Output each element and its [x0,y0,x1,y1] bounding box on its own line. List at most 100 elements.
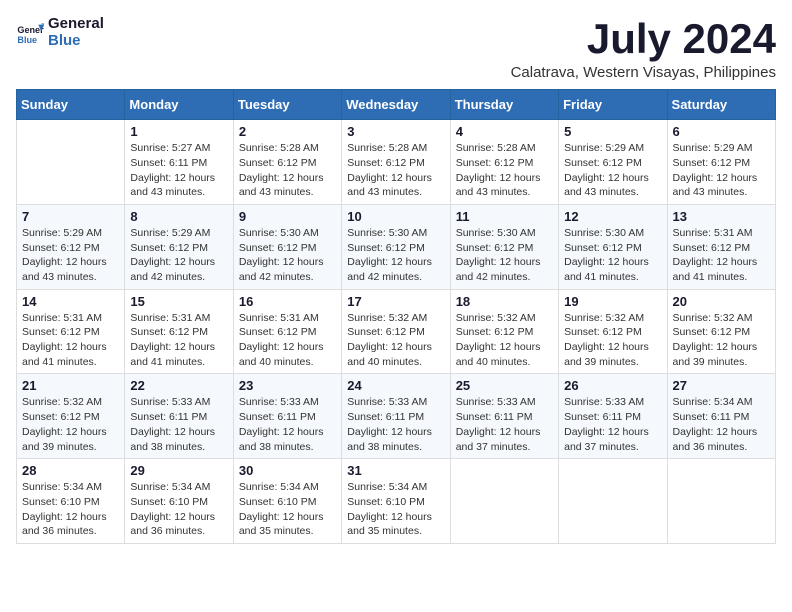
calendar-header-row: SundayMondayTuesdayWednesdayThursdayFrid… [17,90,776,120]
header-tuesday: Tuesday [233,90,341,120]
svg-text:Blue: Blue [17,34,37,44]
day-number: 10 [347,209,444,224]
logo: General Blue General Blue [16,16,104,49]
calendar-cell: 15 Sunrise: 5:31 AMSunset: 6:12 PMDayligh… [125,289,233,374]
calendar-cell [559,459,667,544]
calendar-cell: 24 Sunrise: 5:33 AMSunset: 6:11 PMDayligh… [342,374,450,459]
calendar-cell: 9 Sunrise: 5:30 AMSunset: 6:12 PMDaylight… [233,204,341,289]
day-info: Sunrise: 5:30 AMSunset: 6:12 PMDaylight:… [564,226,661,285]
day-number: 31 [347,463,444,478]
title-area: July 2024 Calatrava, Western Visayas, Ph… [511,16,776,81]
day-info: Sunrise: 5:34 AMSunset: 6:11 PMDaylight:… [673,395,770,454]
day-info: Sunrise: 5:31 AMSunset: 6:12 PMDaylight:… [130,311,227,370]
calendar-cell: 3 Sunrise: 5:28 AMSunset: 6:12 PMDaylight… [342,120,450,205]
week-row-5: 28 Sunrise: 5:34 AMSunset: 6:10 PMDayligh… [17,459,776,544]
calendar-cell: 17Sunrise: 5:32 AMSunset: 6:12 PMDayligh… [342,289,450,374]
header-saturday: Saturday [667,90,775,120]
header-wednesday: Wednesday [342,90,450,120]
day-info: Sunrise: 5:33 AMSunset: 6:11 PMDaylight:… [564,395,661,454]
calendar-table: SundayMondayTuesdayWednesdayThursdayFrid… [16,89,776,544]
calendar-cell: 25 Sunrise: 5:33 AMSunset: 6:11 PMDayligh… [450,374,558,459]
logo-icon: General Blue [16,19,44,47]
calendar-cell [667,459,775,544]
calendar-cell: 22 Sunrise: 5:33 AMSunset: 6:11 PMDayligh… [125,374,233,459]
day-info: Sunrise: 5:29 AMSunset: 6:12 PMDaylight:… [564,141,661,200]
day-number: 29 [130,463,227,478]
day-number: 1 [130,124,227,139]
day-number: 9 [239,209,336,224]
calendar-cell: 26Sunrise: 5:33 AMSunset: 6:11 PMDayligh… [559,374,667,459]
day-number: 21 [22,378,119,393]
day-info: Sunrise: 5:28 AMSunset: 6:12 PMDaylight:… [239,141,336,200]
calendar-cell: 6 Sunrise: 5:29 AMSunset: 6:12 PMDaylight… [667,120,775,205]
calendar-cell: 1 Sunrise: 5:27 AMSunset: 6:11 PMDaylight… [125,120,233,205]
calendar-cell: 31 Sunrise: 5:34 AMSunset: 6:10 PMDayligh… [342,459,450,544]
day-number: 14 [22,294,119,309]
calendar-cell: 8 Sunrise: 5:29 AMSunset: 6:12 PMDaylight… [125,204,233,289]
day-number: 23 [239,378,336,393]
day-info: Sunrise: 5:33 AMSunset: 6:11 PMDaylight:… [347,395,444,454]
day-info: Sunrise: 5:32 AMSunset: 6:12 PMDaylight:… [22,395,119,454]
day-number: 19 [564,294,661,309]
calendar-cell: 4 Sunrise: 5:28 AMSunset: 6:12 PMDaylight… [450,120,558,205]
week-row-2: 7 Sunrise: 5:29 AMSunset: 6:12 PMDaylight… [17,204,776,289]
day-number: 13 [673,209,770,224]
day-number: 25 [456,378,553,393]
calendar-cell: 27 Sunrise: 5:34 AMSunset: 6:11 PMDayligh… [667,374,775,459]
day-info: Sunrise: 5:33 AMSunset: 6:11 PMDaylight:… [456,395,553,454]
calendar-cell: 12 Sunrise: 5:30 AMSunset: 6:12 PMDayligh… [559,204,667,289]
day-info: Sunrise: 5:31 AMSunset: 6:12 PMDaylight:… [22,311,119,370]
calendar-cell: 5 Sunrise: 5:29 AMSunset: 6:12 PMDaylight… [559,120,667,205]
day-number: 28 [22,463,119,478]
header-sunday: Sunday [17,90,125,120]
day-info: Sunrise: 5:34 AMSunset: 6:10 PMDaylight:… [347,480,444,539]
day-info: Sunrise: 5:27 AMSunset: 6:11 PMDaylight:… [130,141,227,200]
week-row-1: 1 Sunrise: 5:27 AMSunset: 6:11 PMDaylight… [17,120,776,205]
calendar-cell [450,459,558,544]
calendar-cell: 29 Sunrise: 5:34 AMSunset: 6:10 PMDayligh… [125,459,233,544]
header-friday: Friday [559,90,667,120]
calendar-cell: 11 Sunrise: 5:30 AMSunset: 6:12 PMDayligh… [450,204,558,289]
day-number: 24 [347,378,444,393]
day-number: 4 [456,124,553,139]
day-number: 20 [673,294,770,309]
day-info: Sunrise: 5:30 AMSunset: 6:12 PMDaylight:… [456,226,553,285]
day-info: Sunrise: 5:28 AMSunset: 6:12 PMDaylight:… [347,141,444,200]
day-number: 7 [22,209,119,224]
calendar-cell: 30Sunrise: 5:34 AMSunset: 6:10 PMDayligh… [233,459,341,544]
page-header: General Blue General Blue July 2024 Cala… [16,16,776,81]
month-year-title: July 2024 [511,16,776,62]
day-info: Sunrise: 5:29 AMSunset: 6:12 PMDaylight:… [673,141,770,200]
location-subtitle: Calatrava, Western Visayas, Philippines [511,64,776,81]
day-number: 3 [347,124,444,139]
day-number: 12 [564,209,661,224]
calendar-cell: 18Sunrise: 5:32 AMSunset: 6:12 PMDayligh… [450,289,558,374]
day-number: 15 [130,294,227,309]
calendar-cell [17,120,125,205]
calendar-cell: 19 Sunrise: 5:32 AMSunset: 6:12 PMDayligh… [559,289,667,374]
day-info: Sunrise: 5:29 AMSunset: 6:12 PMDaylight:… [130,226,227,285]
day-info: Sunrise: 5:33 AMSunset: 6:11 PMDaylight:… [130,395,227,454]
logo-text: General Blue [48,16,104,49]
calendar-cell: 10Sunrise: 5:30 AMSunset: 6:12 PMDayligh… [342,204,450,289]
day-info: Sunrise: 5:34 AMSunset: 6:10 PMDaylight:… [130,480,227,539]
day-info: Sunrise: 5:32 AMSunset: 6:12 PMDaylight:… [456,311,553,370]
day-info: Sunrise: 5:34 AMSunset: 6:10 PMDaylight:… [22,480,119,539]
calendar-cell: 28 Sunrise: 5:34 AMSunset: 6:10 PMDayligh… [17,459,125,544]
day-number: 27 [673,378,770,393]
day-number: 22 [130,378,227,393]
day-info: Sunrise: 5:32 AMSunset: 6:12 PMDaylight:… [564,311,661,370]
day-number: 5 [564,124,661,139]
day-number: 8 [130,209,227,224]
day-number: 11 [456,209,553,224]
day-info: Sunrise: 5:28 AMSunset: 6:12 PMDaylight:… [456,141,553,200]
day-info: Sunrise: 5:34 AMSunset: 6:10 PMDaylight:… [239,480,336,539]
day-number: 6 [673,124,770,139]
calendar-cell: 16Sunrise: 5:31 AMSunset: 6:12 PMDayligh… [233,289,341,374]
header-thursday: Thursday [450,90,558,120]
day-number: 2 [239,124,336,139]
day-info: Sunrise: 5:31 AMSunset: 6:12 PMDaylight:… [239,311,336,370]
week-row-3: 14 Sunrise: 5:31 AMSunset: 6:12 PMDayligh… [17,289,776,374]
day-info: Sunrise: 5:30 AMSunset: 6:12 PMDaylight:… [239,226,336,285]
day-info: Sunrise: 5:32 AMSunset: 6:12 PMDaylight:… [673,311,770,370]
